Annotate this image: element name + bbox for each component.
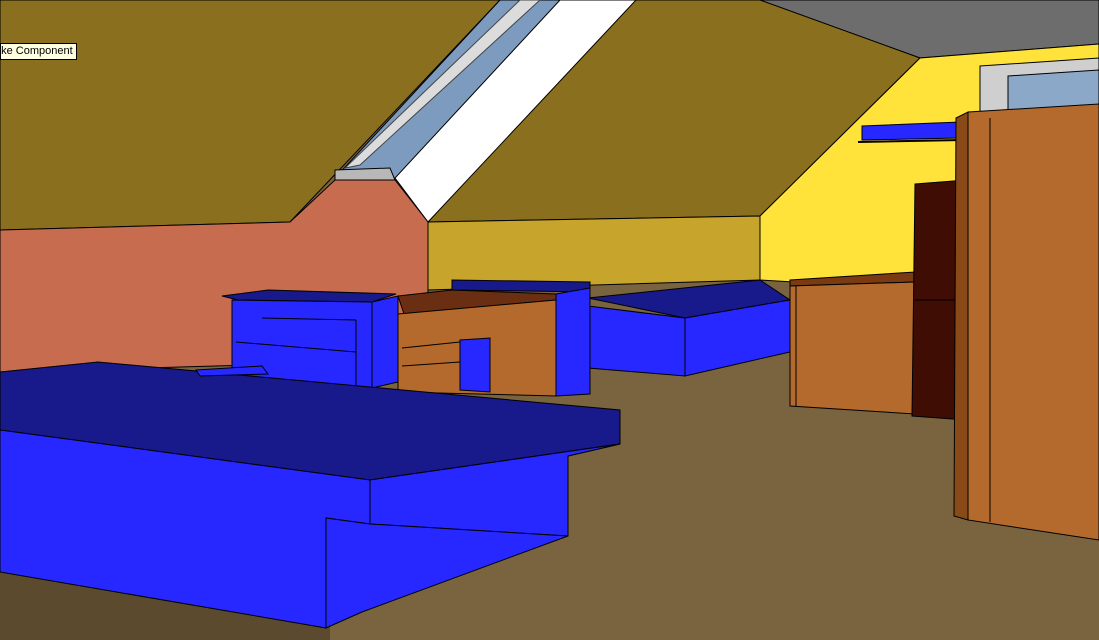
attic-room-model <box>0 0 1099 640</box>
large-wardrobe-front <box>967 103 1099 541</box>
right-dresser-front <box>789 281 916 415</box>
large-wardrobe-side <box>953 111 969 521</box>
bookcase-side <box>371 295 399 389</box>
dresser-top <box>451 279 591 293</box>
back-bed-front <box>587 305 686 377</box>
3d-viewport[interactable]: ake Component <box>0 0 1099 640</box>
tooltip: ake Component <box>0 43 77 60</box>
dresser-side <box>555 287 591 397</box>
skylight-sill <box>334 167 396 181</box>
back-wall <box>427 215 761 291</box>
desk-kneehole <box>459 337 491 393</box>
